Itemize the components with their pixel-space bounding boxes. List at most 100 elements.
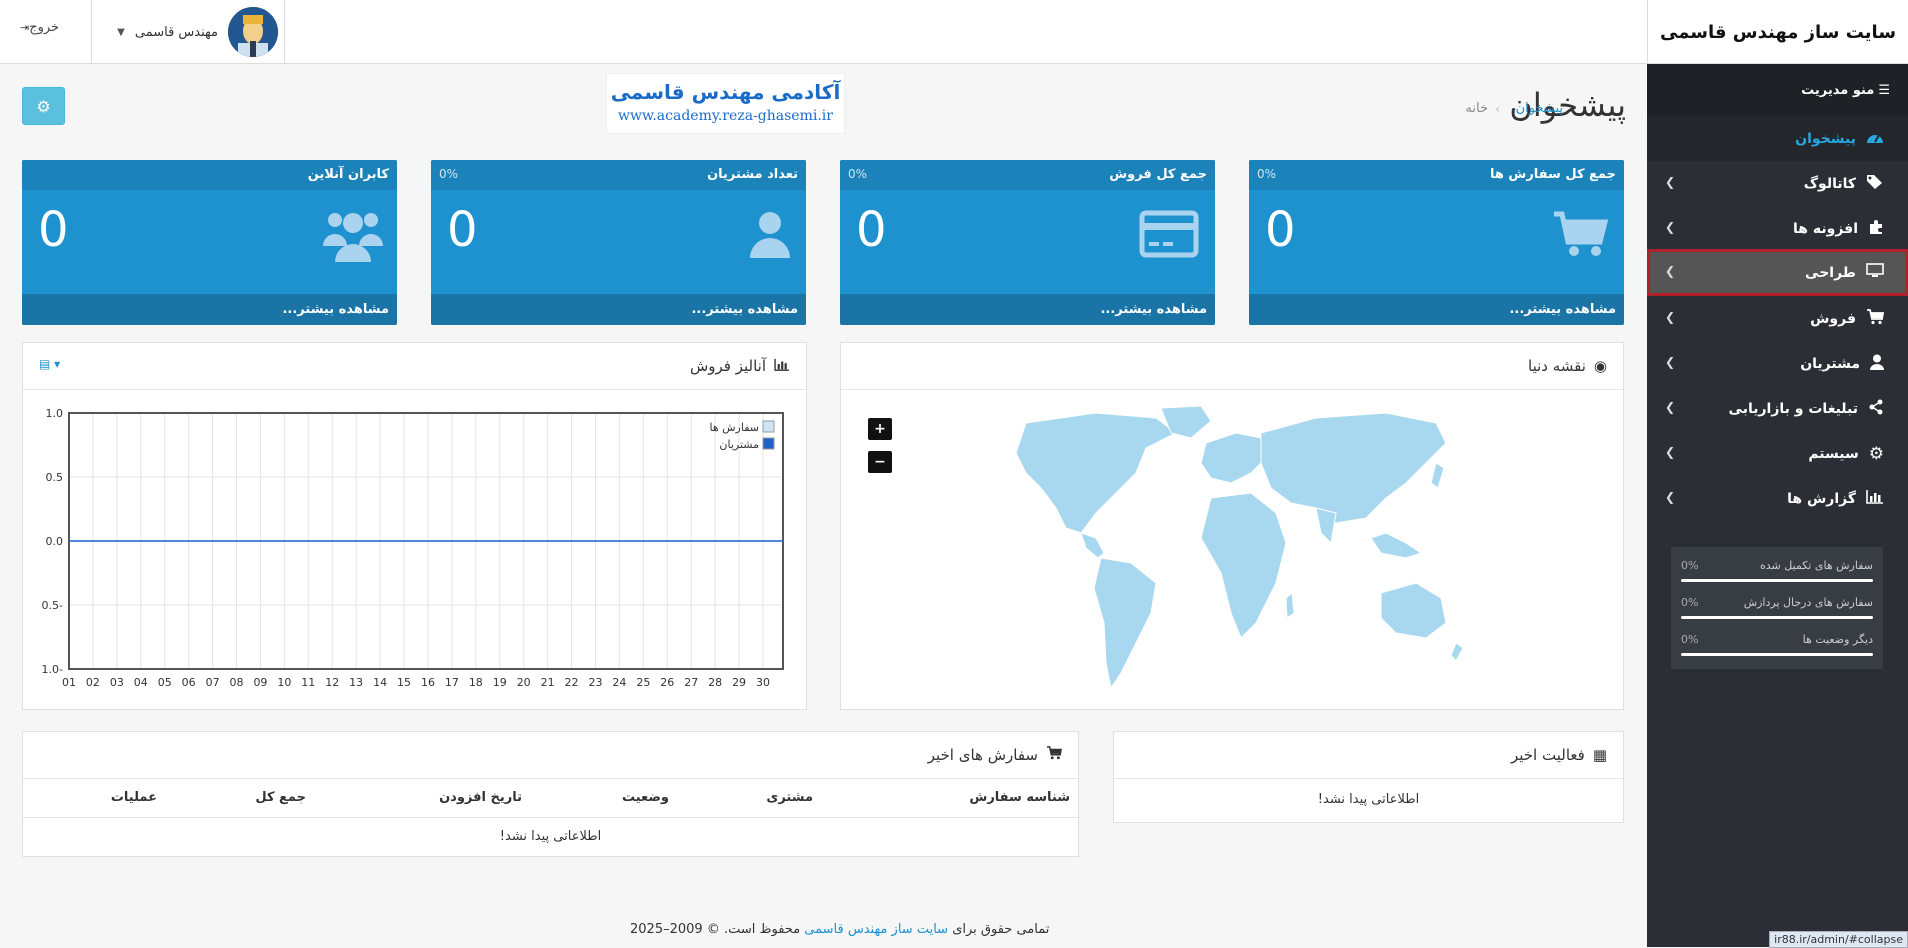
x-tick-label: 15 [397,676,411,689]
breadcrumb-separator: ‹ [1495,102,1500,116]
puzzle-icon [1868,219,1884,239]
x-tick-label: 12 [325,676,339,689]
empty-message: اطلاعاتی پیدا نشد! [1317,792,1420,807]
view-more-link[interactable]: مشاهده بیشتر... [840,294,1215,325]
brand-title[interactable]: سایت ساز مهندس قاسمی [1647,0,1908,64]
column-header[interactable]: شناسه سفارش [969,790,1070,805]
view-more-link[interactable]: مشاهده بیشتر... [431,294,806,325]
zoom-in-button[interactable]: + [868,418,892,440]
panel-title: فعالیت اخیر [1510,746,1585,764]
chevron-left-icon: ❮ [1665,400,1676,414]
globe-icon: ◉ [1593,357,1607,375]
stat-other: دیگر وضعیت ها 0% [1681,629,1873,666]
breadcrumb-home[interactable]: خانه [1465,101,1488,116]
x-tick-label: 28 [708,676,722,689]
user-icon [1870,354,1884,374]
user-name: مهندس قاسمی [134,24,218,40]
column-header[interactable]: مشتری [766,790,813,805]
legend-swatch [762,420,775,433]
calendar-dropdown-button[interactable]: ▤ ▾ [39,357,60,371]
footer: تمامی حقوق برای سایت ساز مهندس قاسمی محف… [630,922,1050,937]
x-tick-label: 25 [636,676,650,689]
users-icon [323,206,383,266]
tile-customers: تعداد مشتریان 0% 0 مشاهده بیشتر... [431,160,806,325]
sidebar-item-customers[interactable]: ❮ مشتریان [1647,341,1908,386]
sidebar-item-dashboard[interactable]: پیشخوان [1647,116,1908,161]
progress-bar [1681,616,1873,619]
recent-activity-panel: فعالیت اخیر ▦ اطلاعاتی پیدا نشد! [1113,731,1624,823]
cart-icon [1046,746,1062,764]
column-header: جمع کل [255,790,306,805]
progress-bar [1681,579,1873,582]
tile-value: 0 [856,202,887,258]
sidebar-item-reports[interactable]: ❮ گزارش ها [1647,476,1908,521]
x-tick-label: 30 [756,676,770,689]
x-tick-label: 13 [349,676,363,689]
chevron-left-icon: ❮ [1665,264,1676,278]
footer-link[interactable]: سایت ساز مهندس قاسمی [804,922,948,937]
view-more-link[interactable]: مشاهده بیشتر... [1249,294,1624,325]
sidebar-item-extensions[interactable]: ❮ افزونه ها [1647,206,1908,251]
share-icon [1868,399,1884,419]
x-tick-label: 26 [660,676,674,689]
tile-value: 0 [1265,202,1296,258]
y-tick-label: 0.0 [46,535,64,548]
x-tick-label: 24 [612,676,626,689]
y-tick-label: 1.0- [42,663,63,676]
x-tick-label: 03 [110,676,124,689]
tile-online-users: کابران آنلاین 0 مشاهده بیشتر... [22,160,397,325]
x-tick-label: 20 [517,676,531,689]
x-tick-label: 01 [62,676,76,689]
menu-bars-icon: ☰ [1878,82,1890,98]
x-tick-label: 08 [230,676,244,689]
sidebar-item-catalog[interactable]: ❮ کاتالوگ [1647,161,1908,206]
world-map-panel: نقشه دنیا ◉ + − [840,342,1624,710]
sidebar-item-design[interactable]: ❮ طراحی [1647,249,1908,296]
legend-label: سفارش ها [709,421,759,434]
tile-value: 0 [447,202,478,258]
avatar [228,7,278,57]
breadcrumb-current[interactable]: پیشخوان [1516,101,1563,116]
x-tick-label: 02 [86,676,100,689]
banner-title: آکادمی مهندس قاسمی [610,80,841,104]
world-map[interactable] [986,403,1476,693]
sales-chart: 1.0 0.5 0.0 0.5- 1.0-01 02 03 04 05 06 07 08 09 10 11 1… [42,407,784,689]
logout-link[interactable]: خروج⇥ [20,20,59,35]
panel-title: سفارش های اخیر [927,746,1038,764]
view-more-link[interactable]: مشاهده بیشتر... [22,294,397,325]
x-tick-label: 17 [445,676,459,689]
x-tick-label: 07 [206,676,220,689]
column-header[interactable]: تاریخ افزودن [439,790,522,805]
column-header: عملیات [110,790,157,805]
legend-label: مشتریان [719,438,759,451]
tile-total-sales: جمع کل فروش 0% 0 مشاهده بیشتر... [840,160,1215,325]
sidebar-item-system[interactable]: ❮ سیستم ⚙ [1647,431,1908,476]
x-tick-label: 09 [253,676,267,689]
zoom-out-button[interactable]: − [868,451,892,473]
x-tick-label: 27 [684,676,698,689]
academy-banner[interactable]: آکادمی مهندس قاسمی www.academy.reza-ghas… [606,73,845,134]
chevron-left-icon: ❮ [1665,445,1676,459]
x-tick-label: 16 [421,676,435,689]
chevron-left-icon: ❮ [1665,310,1676,324]
sign-out-icon: ⇥ [20,21,30,34]
status-bar-url: ir88.ir/admin/#collapse [1769,931,1908,948]
bar-chart-icon [1866,489,1884,508]
menu-title[interactable]: منو مدیریت ☰ [1647,64,1908,116]
x-tick-label: 10 [277,676,291,689]
sidebar-item-marketing[interactable]: ❮ تبلیغات و بازاریابی [1647,386,1908,431]
sidebar-item-sales[interactable]: ❮ فروش [1647,296,1908,341]
y-tick-label: 0.5 [46,471,64,484]
order-status-box: سفارش های تکمیل شده 0% سفارش های درحال پ… [1671,547,1883,669]
chevron-left-icon: ❮ [1665,355,1676,369]
cart-icon [1866,308,1885,329]
settings-button[interactable]: ⚙ [22,87,65,125]
y-tick-label: 0.5- [42,599,63,612]
user-menu[interactable]: ▼ مهندس قاسمی [91,0,285,64]
dashboard-icon [1866,130,1884,148]
column-header[interactable]: وضعیت [622,790,669,805]
x-tick-label: 19 [493,676,507,689]
cart-icon [1552,210,1609,262]
gear-icon: ⚙ [36,96,51,116]
x-tick-label: 14 [373,676,387,689]
